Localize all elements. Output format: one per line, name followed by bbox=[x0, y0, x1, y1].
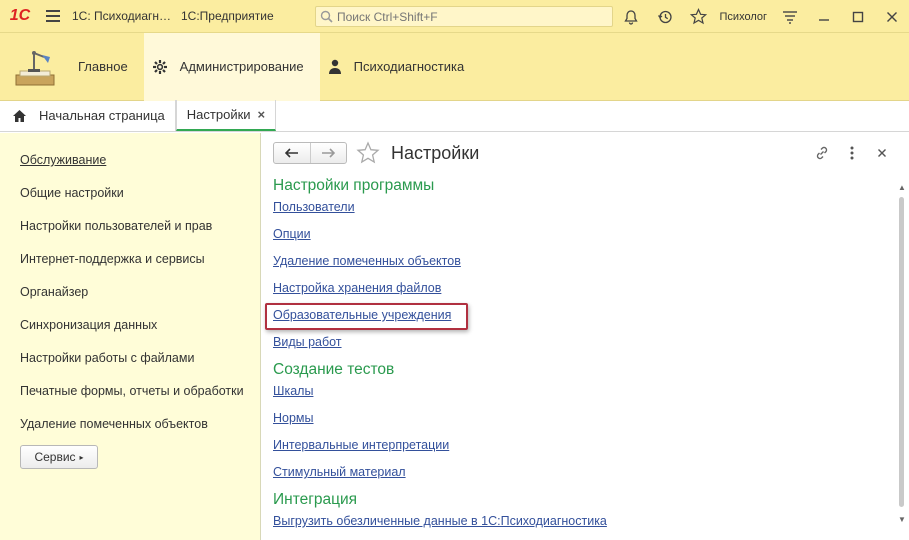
window-title: 1С: Психодиагн… 1С:Предприятие bbox=[72, 9, 274, 23]
sidebar-item-maintenance[interactable]: Обслуживание bbox=[0, 147, 260, 180]
link-export-anonymized-data[interactable]: Выгрузить обезличенные данные в 1С:Психо… bbox=[273, 511, 607, 538]
star-icon[interactable] bbox=[682, 0, 716, 33]
vertical-scrollbar[interactable]: ▲ ▼ bbox=[895, 183, 909, 525]
link-options[interactable]: Опции bbox=[273, 224, 607, 251]
settings-content: Настройки программы Пользователи Опции У… bbox=[273, 175, 607, 538]
settings-form: Настройки Настройки программы Пользовате… bbox=[262, 133, 909, 540]
gear-icon bbox=[152, 59, 168, 75]
arrow-right-icon bbox=[322, 148, 336, 158]
person-icon bbox=[328, 59, 342, 75]
group-title-program-settings: Настройки программы bbox=[273, 177, 435, 194]
scroll-up-icon[interactable]: ▲ bbox=[897, 183, 907, 193]
triangle-right-icon: ▸ bbox=[79, 452, 84, 462]
section-administration[interactable]: Администрирование bbox=[143, 32, 320, 101]
link-interval-interpretations[interactable]: Интервальные интерпретации bbox=[273, 435, 607, 462]
forward-button[interactable] bbox=[309, 143, 347, 163]
favorite-star-icon[interactable] bbox=[356, 141, 380, 168]
section-main[interactable]: Главное bbox=[70, 33, 144, 101]
scrollbar-thumb[interactable] bbox=[899, 197, 904, 507]
section-main-label: Главное bbox=[78, 59, 128, 74]
sections-panel: Главное Администрирование Психодиагности… bbox=[0, 32, 909, 101]
tab-home[interactable]: Начальная страница bbox=[0, 100, 176, 131]
desk-lamp-icon bbox=[0, 33, 70, 101]
link-educational-institutions[interactable]: Образовательные учреждения bbox=[273, 305, 607, 332]
search-icon bbox=[320, 10, 333, 23]
section-navigation-panel: Обслуживание Общие настройки Настройки п… bbox=[0, 133, 261, 540]
section-administration-label: Администрирование bbox=[179, 59, 304, 74]
service-button[interactable]: Сервис ▸ bbox=[20, 445, 98, 469]
sidebar-item-users-and-rights[interactable]: Настройки пользователей и прав bbox=[0, 213, 260, 246]
app-logo: 1С bbox=[9, 7, 31, 24]
sidebar-item-data-sync[interactable]: Синхронизация данных bbox=[0, 312, 260, 345]
page-title: Настройки bbox=[391, 143, 480, 163]
tab-close-icon[interactable]: × bbox=[258, 107, 266, 122]
open-windows-bar: Начальная страница Настройки × bbox=[0, 100, 909, 132]
settings-icon[interactable] bbox=[773, 0, 807, 33]
group-title-integration: Интеграция bbox=[273, 491, 358, 508]
link-users[interactable]: Пользователи bbox=[273, 197, 607, 224]
link-icon[interactable] bbox=[811, 143, 833, 163]
maximize-icon[interactable] bbox=[841, 0, 875, 33]
link-work-types[interactable]: Виды работ bbox=[273, 332, 607, 359]
history-icon[interactable] bbox=[648, 0, 682, 33]
app-title: 1С: Психодиагн… bbox=[72, 9, 171, 23]
service-button-label: Сервис bbox=[34, 450, 76, 464]
main-menu-button[interactable] bbox=[40, 0, 66, 33]
arrow-left-icon bbox=[284, 148, 298, 158]
section-psychodiagnostics[interactable]: Психодиагностика bbox=[320, 33, 481, 101]
link-stimulus-material[interactable]: Стимульный материал bbox=[273, 462, 607, 489]
sidebar-item-file-settings[interactable]: Настройки работы с файлами bbox=[0, 345, 260, 378]
link-norms[interactable]: Нормы bbox=[273, 408, 607, 435]
form-close-icon[interactable] bbox=[871, 143, 893, 163]
title-bar: 1С 1С: Психодиагн… 1С:Предприятие Психоло… bbox=[0, 0, 909, 33]
sidebar-item-internet-support[interactable]: Интернет-поддержка и сервисы bbox=[0, 246, 260, 279]
link-file-storage-settings[interactable]: Настройка хранения файлов bbox=[273, 278, 607, 305]
close-icon[interactable] bbox=[875, 0, 909, 33]
user-name[interactable]: Психолог bbox=[720, 11, 767, 23]
global-search[interactable] bbox=[315, 6, 613, 27]
sidebar-item-general-settings[interactable]: Общие настройки bbox=[0, 180, 260, 213]
sidebar-item-delete-marked[interactable]: Удаление помеченных объектов bbox=[0, 411, 260, 444]
search-input[interactable] bbox=[337, 9, 607, 24]
group-title-test-creation: Создание тестов bbox=[273, 361, 395, 378]
sidebar-item-organizer[interactable]: Органайзер bbox=[0, 279, 260, 312]
back-button[interactable] bbox=[274, 143, 310, 163]
tab-settings-label: Настройки bbox=[186, 107, 251, 122]
bell-icon[interactable] bbox=[614, 0, 648, 33]
link-delete-marked-objects[interactable]: Удаление помеченных объектов bbox=[273, 251, 607, 278]
more-actions-icon[interactable] bbox=[841, 143, 863, 163]
scroll-down-icon[interactable]: ▼ bbox=[897, 515, 907, 525]
minimize-icon[interactable] bbox=[807, 0, 841, 33]
link-scales[interactable]: Шкалы bbox=[273, 381, 607, 408]
navigation-buttons bbox=[273, 142, 347, 164]
tab-settings[interactable]: Настройки × bbox=[175, 100, 277, 131]
home-icon bbox=[12, 109, 27, 123]
sidebar-item-print-forms[interactable]: Печатные формы, отчеты и обработки bbox=[0, 378, 260, 411]
section-psychodiagnostics-label: Психодиагностика bbox=[353, 59, 465, 74]
app-subtitle: 1С:Предприятие bbox=[181, 9, 274, 23]
tab-home-label: Начальная страница bbox=[39, 108, 165, 123]
